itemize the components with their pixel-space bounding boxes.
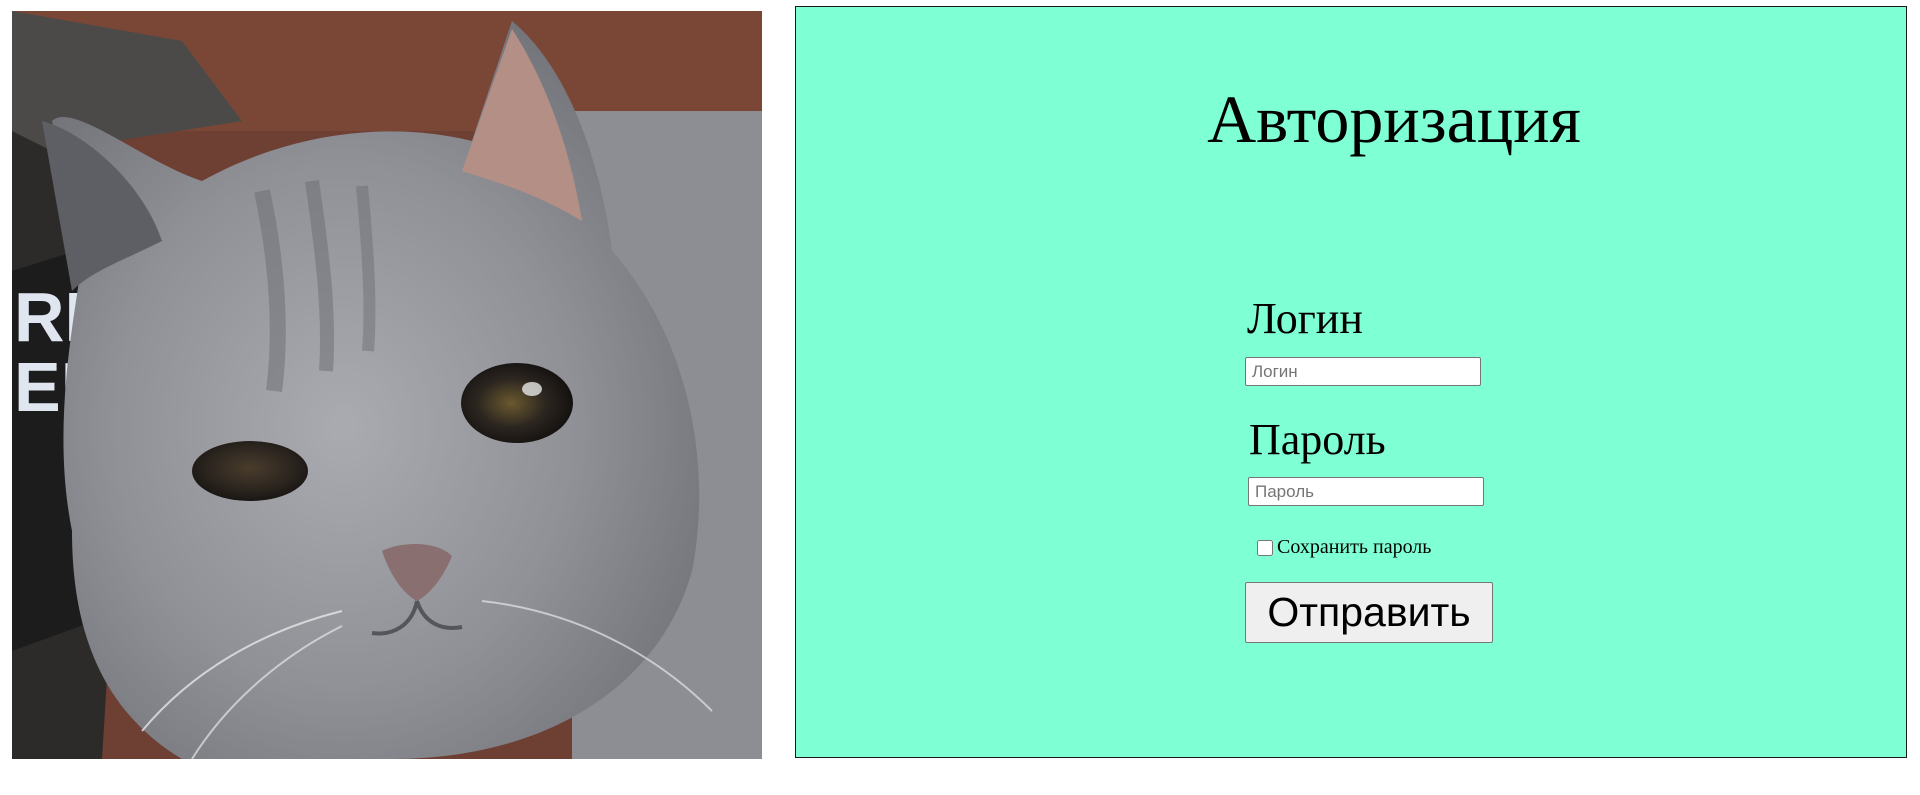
remember-password-label: Сохранить пароль <box>1277 536 1432 558</box>
login-input[interactable] <box>1245 357 1481 386</box>
submit-button[interactable]: Отправить <box>1245 582 1493 643</box>
remember-password[interactable]: Сохранить пароль <box>1257 536 1431 559</box>
login-panel: Авторизация Логин Пароль Сохранить парол… <box>795 6 1907 758</box>
page: RK ER Авторизация Логин Логин Пароль Сох… <box>0 0 1920 795</box>
page-title: Авторизация <box>1207 81 1581 157</box>
cat-photo-graphic: RK ER <box>12 11 762 759</box>
password-label: Пароль <box>1249 415 1386 464</box>
password-input[interactable] <box>1248 477 1484 506</box>
remember-password-checkbox[interactable] <box>1257 539 1273 556</box>
cat-photo: RK ER <box>12 11 762 759</box>
login-label: Логин <box>1247 294 1363 343</box>
